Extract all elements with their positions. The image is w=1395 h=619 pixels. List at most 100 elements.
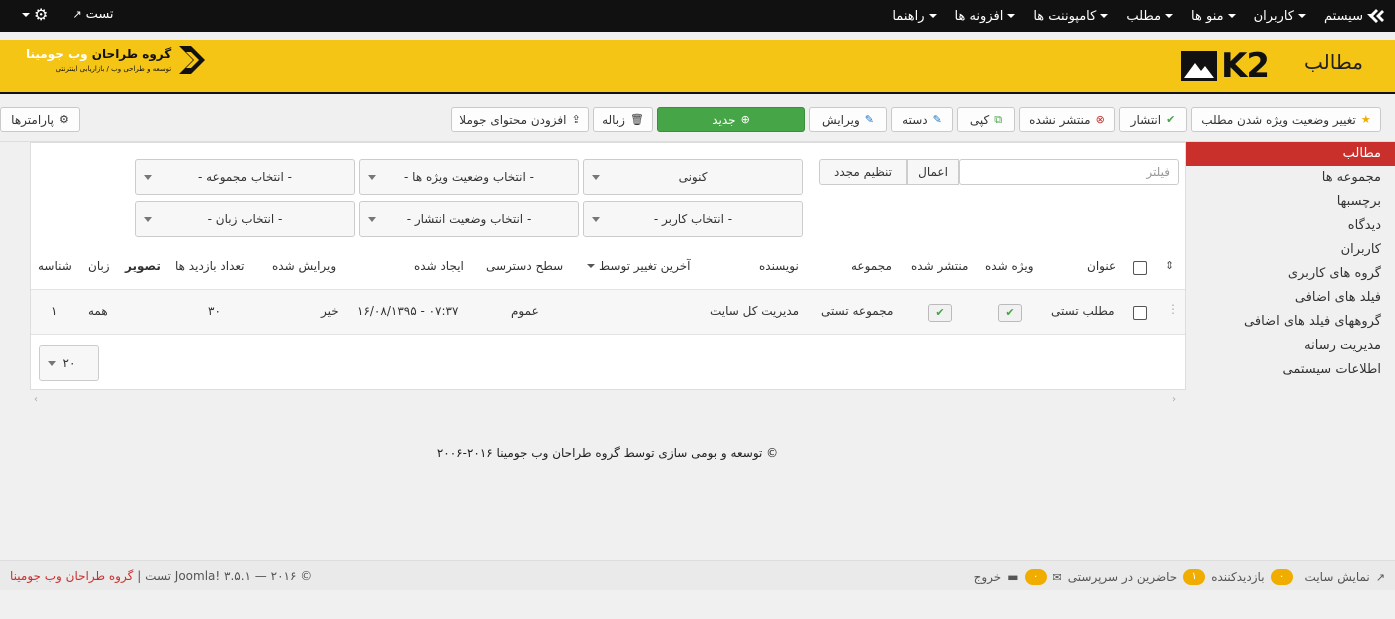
sidebar-item-system-info[interactable]: اطلاعات سیستمی (1186, 358, 1395, 382)
row-checkbox[interactable] (1133, 306, 1147, 320)
brand-chevron-icon (179, 46, 206, 74)
col-created[interactable]: ایجاد شده (414, 259, 464, 273)
main-menu: سیستم کاربران منو ها مطلب کامپوننت ها اف… (874, 0, 1375, 32)
caret-down-icon (1298, 14, 1306, 18)
logout-link[interactable]: خروج (974, 570, 1002, 584)
apply-filter-button[interactable]: اعمال (907, 159, 959, 185)
item-category[interactable]: مجموعه تستی (821, 304, 893, 318)
caret-down-icon (1100, 14, 1109, 18)
col-language[interactable]: زبان (88, 259, 110, 273)
sidebar-item-items[interactable]: مطالب (1186, 142, 1395, 166)
brand-name: گروه طراحان وب جومینا (26, 47, 171, 61)
menu-extensions[interactable]: افزونه ها (955, 9, 1016, 24)
button-label: انتشار (1130, 112, 1162, 127)
col-modified-by[interactable]: آخرین تغییر توسط (587, 259, 690, 273)
mail-icon[interactable]: ✉ (1053, 571, 1062, 584)
published-toggle-check-icon[interactable]: ✔ (928, 304, 952, 322)
author-select[interactable]: - انتخاب کاربر - (583, 201, 803, 237)
col-published[interactable]: منتشر شده (911, 259, 968, 273)
menu-menus[interactable]: منو ها (1191, 9, 1236, 24)
copy-icon: ⧉ (994, 112, 1003, 126)
button-label: پارامترها (11, 112, 54, 127)
featured-toggle-button[interactable]: ★ تغییر وضعیت ویژه شدن مطلب (1191, 107, 1381, 132)
col-category[interactable]: مجموعه (851, 259, 892, 273)
sort-icon[interactable]: ⇕ (1165, 259, 1174, 272)
featured-toggle-check-icon[interactable]: ✔ (998, 304, 1022, 322)
menu-content[interactable]: مطلب (1126, 9, 1174, 24)
drag-handle-icon[interactable]: ⋮ (1167, 302, 1179, 316)
state-select[interactable]: کنونی (583, 159, 803, 195)
admins-badge: ۱ (1183, 569, 1206, 585)
sidebar-item-users[interactable]: کاربران (1186, 238, 1395, 262)
footer-copyright: توسعه و بومی سازی توسط گروه طراحان وب جو… (436, 446, 779, 460)
unpublish-button[interactable]: ⊗ منتشر نشده (1019, 107, 1115, 132)
col-id[interactable]: شناسه (38, 259, 72, 273)
site-link-label: تست (85, 7, 114, 22)
import-joomla-button[interactable]: ⇪ افزودن محتوای جوملا (451, 107, 589, 132)
edit-button[interactable]: ✎ ویرایش (809, 107, 887, 132)
col-featured[interactable]: ویژه شده (985, 259, 1034, 273)
caret-down-icon (1367, 14, 1375, 18)
sidebar-item-comments[interactable]: دیدگاه (1186, 214, 1395, 238)
brand-subtitle: توسعه و طراحی وب / بازاریابی اینترنتی (55, 65, 172, 73)
sidebar-item-tags[interactable]: برچسبها (1186, 190, 1395, 214)
copy-button[interactable]: ⧉ کپی (957, 107, 1015, 132)
sidebar-item-categories[interactable]: مجموعه ها (1186, 166, 1395, 190)
col-access[interactable]: سطح دسترسی (486, 259, 563, 273)
status-right: ↗ نمایش سایت ۰ بازدیدکننده ۱ حاضرین در س… (974, 569, 1385, 585)
item-language: همه (88, 304, 108, 318)
sidebar-item-user-groups[interactable]: گروه های کاربری (1186, 262, 1395, 286)
status-left: گروه طراحان وب جومینا | تست Joomla! ۳.۵.… (10, 569, 312, 583)
menu-label: راهنما (892, 8, 925, 24)
credit-brand-link[interactable]: گروه طراحان وب جومینا (10, 569, 133, 583)
search-input[interactable]: فیلتر (959, 159, 1179, 185)
admins-label: حاضرین در سرپرستی (1067, 570, 1178, 584)
menu-label: منو ها (1191, 8, 1224, 24)
button-label: جدید (712, 112, 736, 127)
select-value: ۲۰ (62, 356, 76, 370)
menu-components[interactable]: کامپوننت ها (1033, 9, 1109, 24)
select-value: - انتخاب زبان - (207, 212, 283, 226)
sidebar-item-extra-fields[interactable]: فیلد های اضافی (1186, 286, 1395, 310)
button-label: دسته (902, 112, 928, 127)
item-author: مدیریت کل سایت (710, 304, 800, 318)
chevron-down-icon (48, 361, 56, 366)
settings-menu[interactable]: ⚙ (22, 5, 48, 24)
trash-icon: 🗑 (629, 113, 644, 126)
publish-button[interactable]: ✔ انتشار (1119, 107, 1187, 132)
gear-icon: ⚙ (58, 113, 69, 126)
published-select[interactable]: - انتخاب وضعیت انتشار - (359, 201, 579, 237)
category-select[interactable]: - انتخاب مجموعه - (135, 159, 355, 195)
item-title-link[interactable]: مطلب تستی (1051, 304, 1115, 318)
trash-button[interactable]: 🗑 زباله (593, 107, 653, 132)
item-created: ۱۶/۰۸/۱۳۹۵ - ۰۷:۳۷ (357, 304, 459, 318)
scroll-left-icon[interactable]: ‹ (34, 394, 38, 405)
select-all-checkbox[interactable] (1133, 261, 1147, 275)
site-link[interactable]: ↗ تست (72, 7, 113, 22)
reset-filter-button[interactable]: تنظیم مجدد (819, 159, 907, 185)
menu-system[interactable]: سیستم (1324, 9, 1375, 24)
list-limit-select[interactable]: ۲۰ (39, 345, 99, 381)
featured-select[interactable]: - انتخاب وضعیت ویژه ها - (359, 159, 579, 195)
menu-users[interactable]: کاربران (1254, 9, 1306, 24)
button-label: منتشر نشده (1029, 112, 1091, 127)
messages-badge[interactable]: ۰ (1024, 569, 1047, 585)
col-hits[interactable]: تعداد بازدید ها (175, 259, 245, 273)
menu-label: کاربران (1253, 8, 1294, 24)
col-author[interactable]: نویسنده (759, 259, 799, 273)
menu-help[interactable]: راهنما (892, 8, 937, 24)
select-value: - انتخاب وضعیت ویژه ها - (404, 170, 534, 184)
col-title[interactable]: عنوان (1087, 259, 1116, 273)
status-bar: ↗ نمایش سایت ۰ بازدیدکننده ۱ حاضرین در س… (0, 560, 1395, 590)
scroll-right-icon[interactable]: › (1172, 394, 1176, 405)
new-button[interactable]: ⊕ جدید (657, 107, 805, 132)
view-site-link[interactable]: نمایش سایت (1305, 570, 1370, 584)
table-row: ⋮ مطلب تستی ✔ ✔ مجموعه تستی مدیریت کل سا… (31, 289, 1185, 335)
col-modified[interactable]: ویرایش شده (272, 259, 336, 273)
edit-icon: ✎ (864, 113, 874, 126)
sidebar-item-extra-field-groups[interactable]: گروههای فیلد های اضافی (1186, 310, 1395, 334)
sidebar-item-media-manager[interactable]: مدیریت رسانه (1186, 334, 1395, 358)
language-select[interactable]: - انتخاب زبان - (135, 201, 355, 237)
options-button[interactable]: ⚙ پارامترها (0, 107, 80, 132)
batch-button[interactable]: ✎ دسته (891, 107, 953, 132)
